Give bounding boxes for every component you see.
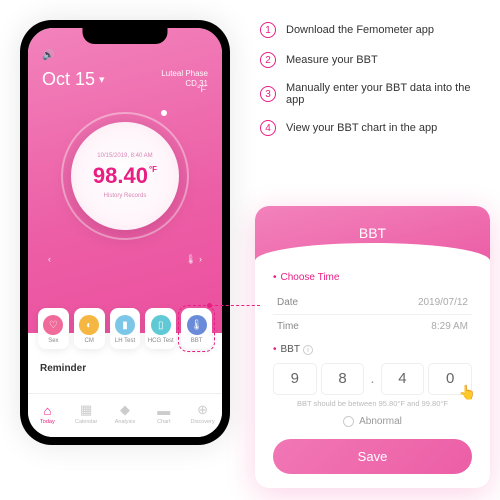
step-number: 3 [260,86,276,102]
bbt-entry-popup: BBT •Choose Time Date2019/07/12 Time8:29… [255,206,490,488]
cm-icon: ◐ [79,315,99,335]
category-cm[interactable]: ◐CM [74,308,105,349]
instruction-item: 2Measure your BBT [260,52,490,68]
digit-2[interactable]: 8 [321,363,365,395]
digit-3[interactable]: 4 [381,363,425,395]
home-icon: ⌂ [28,403,67,418]
radio-icon [343,416,354,427]
tab-chart[interactable]: ▬Chart [144,403,183,425]
tab-analysis[interactable]: ◆Analysis [106,402,145,425]
category-bbt[interactable]: 🌡BBT [181,308,212,349]
save-button[interactable]: Save [273,439,472,474]
step-number: 4 [260,120,276,136]
reading-timestamp: 10/15/2019, 8:40 AM [97,153,152,159]
temperature-value: 98.40 [93,163,148,189]
speaker-icon[interactable]: 🔊 [42,50,208,61]
discover-icon: ⊕ [183,402,222,418]
phone-mockup: 🔊 Oct 15▾ Luteal PhaseCD 31 °F 10/15/201… [20,20,230,445]
category-row: ♡Sex ◐CM ▮LH Test ▯HCG Test 🌡BBT [38,308,212,349]
tab-today[interactable]: ⌂Today [28,403,67,425]
temperature-display[interactable]: 10/15/2019, 8:40 AM 98.40°F History Reco… [71,122,179,230]
lh-icon: ▮ [115,315,135,335]
info-icon[interactable]: i [303,345,313,355]
category-hcg-test[interactable]: ▯HCG Test [145,308,176,349]
date-selector[interactable]: Oct 15▾ [42,69,105,90]
thermometer-icon: 🌡 [187,315,207,335]
temperature-unit: °F [149,165,157,174]
temperature-ring: 10/15/2019, 8:40 AM 98.40°F History Reco… [61,112,189,240]
popup-title: BBT [255,206,490,260]
instructions-list: 1Download the Femometer app 2Measure you… [260,22,490,150]
instruction-item: 1Download the Femometer app [260,22,490,38]
prev-arrow-icon[interactable]: ‹ [48,254,51,265]
choose-time-section: •Choose Time [273,272,472,283]
tap-hand-icon: 👆 [459,384,476,401]
decimal-point: . [368,370,376,387]
hcg-icon: ▯ [151,315,171,335]
thermometer-icon[interactable]: 🌡 › [185,254,202,265]
step-number: 2 [260,52,276,68]
tab-bar: ⌂Today ▦Calendar ◆Analysis ▬Chart ⊕Disco… [28,393,222,437]
step-number: 1 [260,22,276,38]
tab-calendar[interactable]: ▦Calendar [67,402,106,425]
main-header-area: 🔊 Oct 15▾ Luteal PhaseCD 31 °F 10/15/201… [28,28,222,333]
date-field[interactable]: Date2019/07/12 [273,291,472,314]
instruction-item: 4View your BBT chart in the app [260,120,490,136]
chart-icon: ▬ [144,403,183,418]
heart-icon: ♡ [43,315,63,335]
diamond-icon: ◆ [106,402,145,418]
chevron-down-icon: ▾ [99,73,105,86]
bbt-section: •BBTi [273,344,472,355]
abnormal-toggle[interactable]: Abnormal [273,416,472,427]
callout-connector [210,305,260,306]
category-lh-test[interactable]: ▮LH Test [110,308,141,349]
unit-label: °F [197,84,206,94]
bbt-digit-input[interactable]: 9 8 . 4 0 👆 [273,363,472,395]
category-sex[interactable]: ♡Sex [38,308,69,349]
time-field[interactable]: Time8:29 AM [273,315,472,338]
tab-discovery[interactable]: ⊕Discovery [183,402,222,425]
reminder-heading: Reminder [40,363,86,374]
phone-notch [83,28,168,44]
calendar-icon: ▦ [67,402,106,418]
digit-1[interactable]: 9 [273,363,317,395]
instruction-item: 3Manually enter your BBT data into the a… [260,82,490,106]
bbt-range-hint: BBT should be between 95.80°F and 99.80°… [273,399,472,408]
phone-screen: 🔊 Oct 15▾ Luteal PhaseCD 31 °F 10/15/201… [28,28,222,437]
history-link[interactable]: History Records [104,193,147,199]
